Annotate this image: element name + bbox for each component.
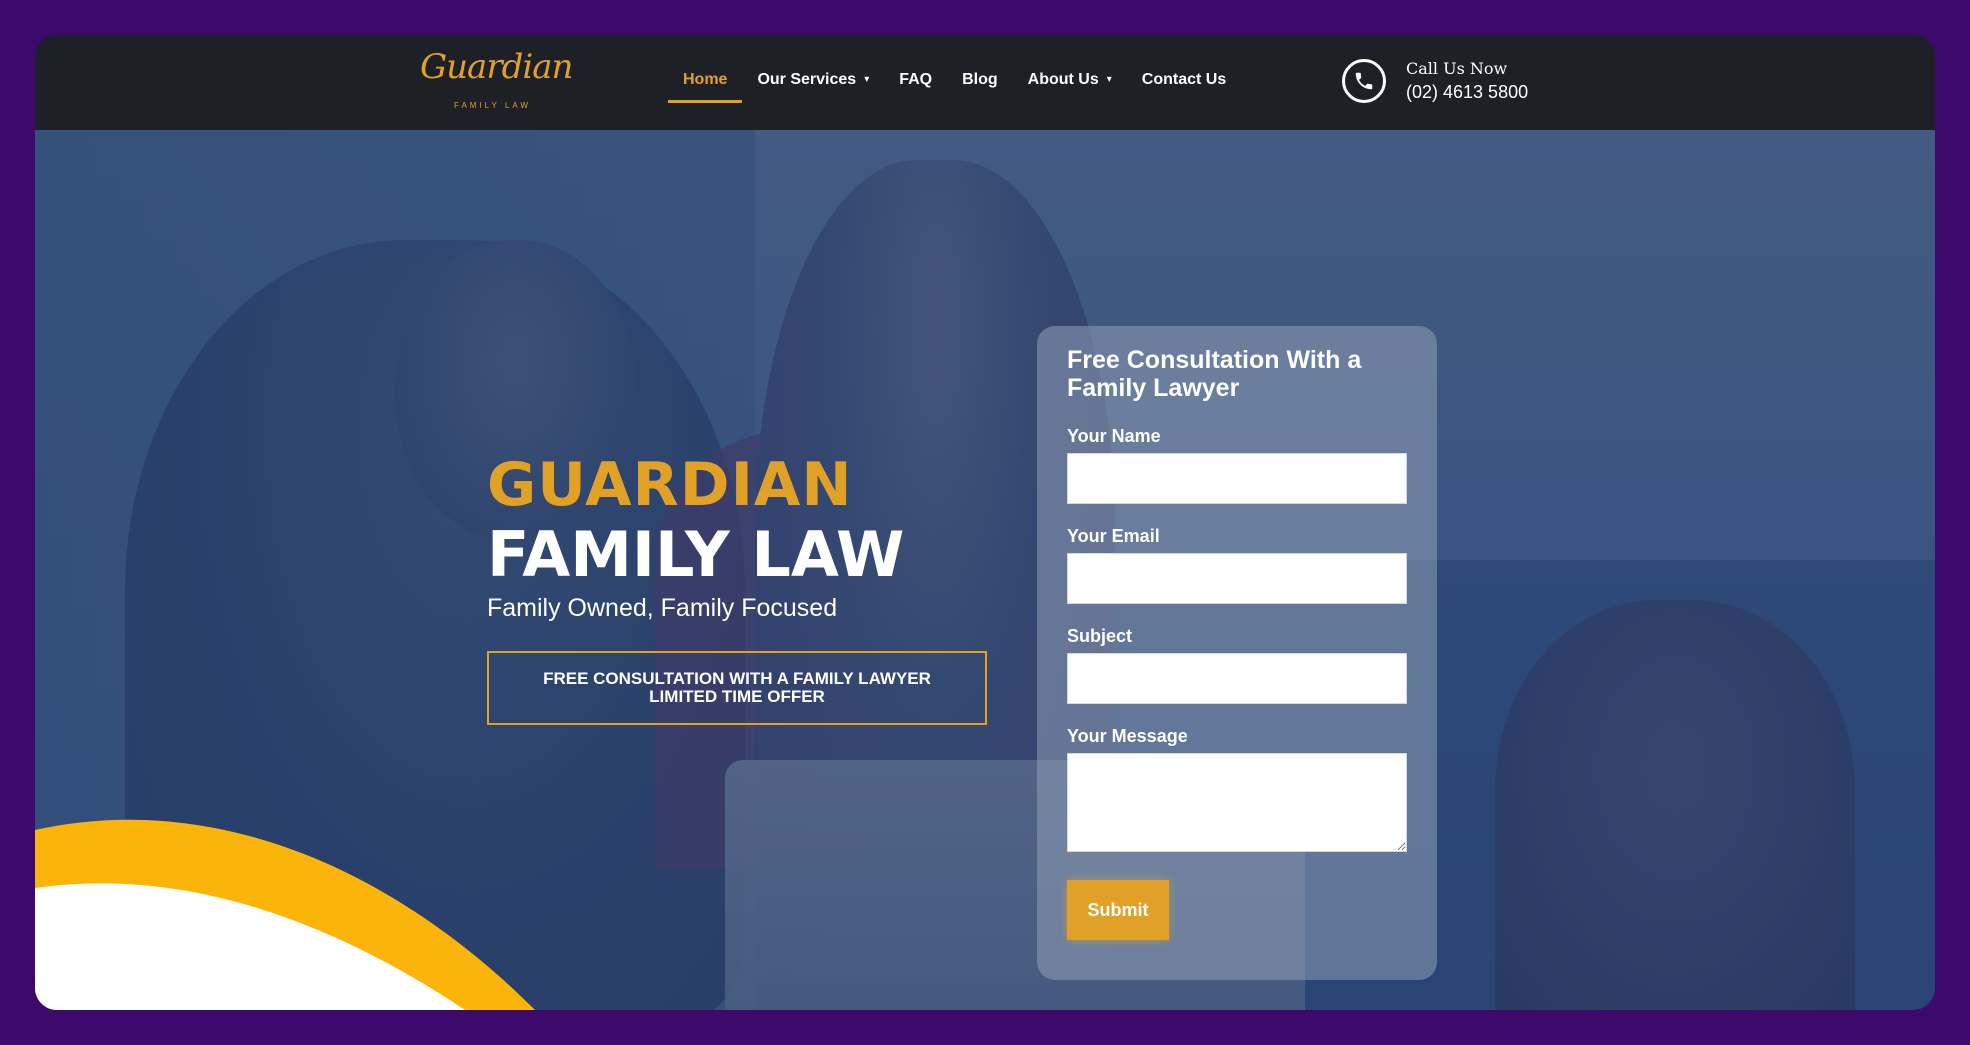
decorative-swoosh <box>35 819 535 1010</box>
hero-section: GUARDIAN FAMILY LAW Family Owned, Family… <box>35 130 1935 1010</box>
form-title: Free Consultation With a Family Lawyer <box>1067 346 1362 402</box>
nav-item-contact-us[interactable]: Contact Us <box>1127 71 1241 103</box>
name-field[interactable] <box>1067 453 1407 504</box>
hero-copy: GUARDIAN FAMILY LAW Family Owned, Family… <box>487 450 987 725</box>
nav-item-label: Contact Us <box>1141 71 1227 88</box>
site-header: Guardian FAMILY LAW Home Our Services ▾ … <box>35 35 1935 130</box>
nav-item-blog[interactable]: Blog <box>947 71 1013 103</box>
call-text: Call Us Now (02) 4613 5800 <box>1406 59 1528 103</box>
email-label: Your Email <box>1067 526 1160 546</box>
chevron-down-icon: ▾ <box>1106 74 1112 85</box>
email-field[interactable] <box>1067 553 1407 604</box>
submit-button[interactable]: Submit <box>1067 880 1169 940</box>
nav-item-about-us[interactable]: About Us ▾ <box>1013 71 1127 103</box>
message-field[interactable] <box>1067 753 1407 852</box>
logo[interactable]: Guardian FAMILY LAW <box>420 47 573 117</box>
offer-line-1: FREE CONSULTATION WITH A FAMILY LAWYER <box>543 669 931 688</box>
main-nav: Home Our Services ▾ FAQ Blog About Us ▾ … <box>668 71 1241 103</box>
call-label: Call Us Now <box>1406 59 1508 78</box>
nav-item-label: FAQ <box>899 71 933 88</box>
nav-item-label: About Us <box>1027 71 1099 88</box>
nav-item-label: Home <box>683 71 728 88</box>
subject-field[interactable] <box>1067 653 1407 704</box>
nav-item-label: Blog <box>962 71 998 88</box>
nav-item-our-services[interactable]: Our Services ▾ <box>742 71 884 103</box>
offer-line-2: LIMITED TIME OFFER <box>649 687 825 706</box>
message-label: Your Message <box>1067 726 1188 746</box>
nav-item-label: Our Services <box>757 71 857 88</box>
call-us-block[interactable]: Call Us Now (02) 4613 5800 <box>1342 59 1528 103</box>
name-label: Your Name <box>1067 426 1161 446</box>
logo-script: Guardian <box>420 47 573 87</box>
browser-frame: Guardian FAMILY LAW Home Our Services ▾ … <box>35 35 1935 1010</box>
phone-number[interactable]: (02) 4613 5800 <box>1406 82 1528 103</box>
chevron-down-icon: ▾ <box>864 74 870 85</box>
free-consultation-button[interactable]: FREE CONSULTATION WITH A FAMILY LAWYER L… <box>487 651 987 725</box>
nav-item-home[interactable]: Home <box>668 71 743 103</box>
consultation-form: Free Consultation With a Family Lawyer Y… <box>1037 326 1437 980</box>
phone-icon <box>1342 59 1386 103</box>
hero-tagline: Family Owned, Family Focused <box>487 594 838 622</box>
logo-subtitle: FAMILY LAW <box>454 101 531 110</box>
hero-title-gold: GUARDIAN <box>487 450 853 520</box>
hero-title-white: FAMILY LAW <box>487 518 905 591</box>
subject-label: Subject <box>1067 626 1133 646</box>
nav-item-faq[interactable]: FAQ <box>884 71 947 103</box>
